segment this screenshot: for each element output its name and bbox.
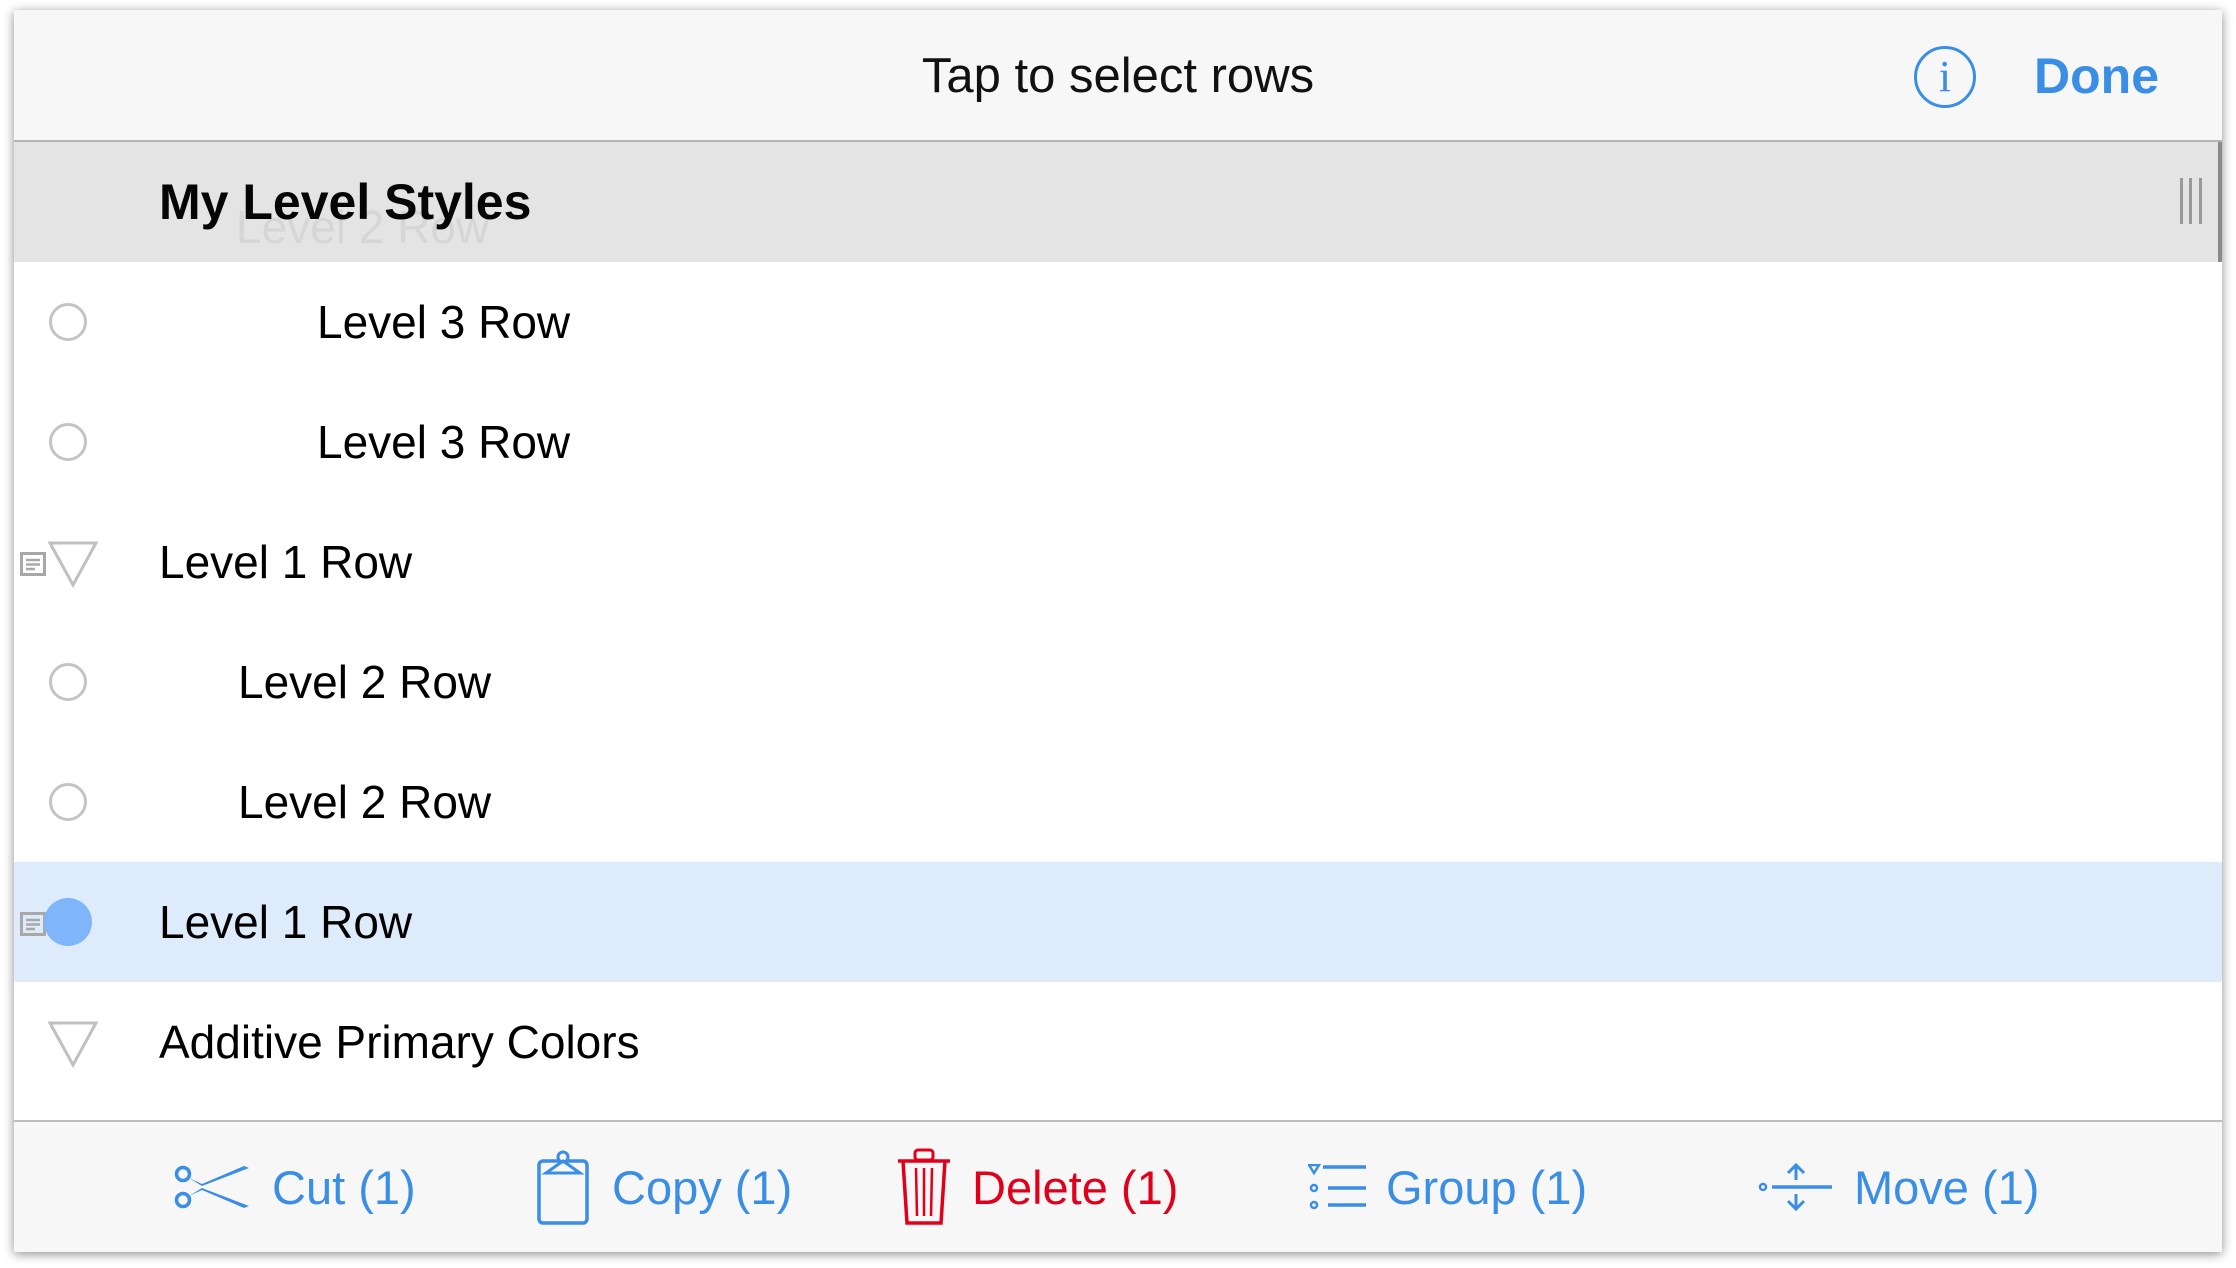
row-label: Level 3 Row [317,296,571,348]
nav-bar: Tap to select rows i Done [14,10,2222,142]
outline-row[interactable]: Level 1 Row [14,502,2222,622]
selection-circle-icon[interactable] [49,663,87,701]
move-icon [1758,1163,1832,1211]
note-icon[interactable] [20,552,46,576]
row-label: Level 3 Row [317,416,571,468]
row-label: Level 1 Row [159,536,413,588]
outline-row[interactable]: Level 2 Row [14,742,2222,862]
selection-circle-icon[interactable] [49,423,87,461]
copy-label: Copy (1) [612,1160,793,1214]
move-button[interactable]: Move (1) [1758,1122,2039,1252]
drag-handle-icon[interactable] [2180,178,2202,224]
disclosure-triangle-icon[interactable] [48,540,98,588]
outline-row[interactable]: Level 3 Row [14,382,2222,502]
outline-row[interactable]: Level 3 Row [14,262,2222,382]
section-title: My Level Styles [159,174,532,230]
outline-row[interactable]: Level 2 Row [14,622,2222,742]
outline-row-selected[interactable]: Level 1 Row [14,862,2222,982]
select-rows-panel: Tap to select rows i Done Level 2 Row My… [14,10,2222,1252]
group-label: Group (1) [1386,1160,1588,1214]
scissors-icon [174,1165,249,1209]
bottom-toolbar: Cut (1) Copy (1) Delete (1) Group (1) Mo… [14,1120,2222,1252]
outline-row[interactable]: Additive Primary Colors [14,982,2222,1102]
cut-button[interactable]: Cut (1) [174,1122,416,1252]
clipboard-icon [537,1150,589,1225]
row-label: Level 1 Row [159,896,413,948]
group-icon [1308,1164,1366,1210]
selected-circle-icon[interactable] [44,898,92,946]
section-header: Level 2 Row My Level Styles [14,142,2222,262]
row-label: Level 2 Row [238,776,492,828]
nav-title: Tap to select rows [921,49,1315,103]
cut-label: Cut (1) [272,1160,416,1214]
move-label: Move (1) [1854,1160,2040,1214]
trash-icon [898,1148,950,1225]
selection-circle-icon[interactable] [49,783,87,821]
delete-button[interactable]: Delete (1) [896,1122,1178,1252]
row-label: Additive Primary Colors [159,1016,640,1068]
info-icon[interactable]: i [1914,46,1976,108]
row-label: Level 2 Row [238,656,492,708]
outline-rows: Level 3 Row Level 3 Row Level 1 Row Leve… [14,262,2222,1102]
note-icon[interactable] [20,912,46,936]
selection-circle-icon[interactable] [49,303,87,341]
delete-label: Delete (1) [972,1160,1179,1214]
scrollbar[interactable] [2218,142,2222,262]
disclosure-triangle-icon[interactable] [48,1020,98,1068]
done-button[interactable]: Done [2034,10,2159,142]
copy-button[interactable]: Copy (1) [536,1122,792,1252]
group-button[interactable]: Group (1) [1308,1122,1587,1252]
